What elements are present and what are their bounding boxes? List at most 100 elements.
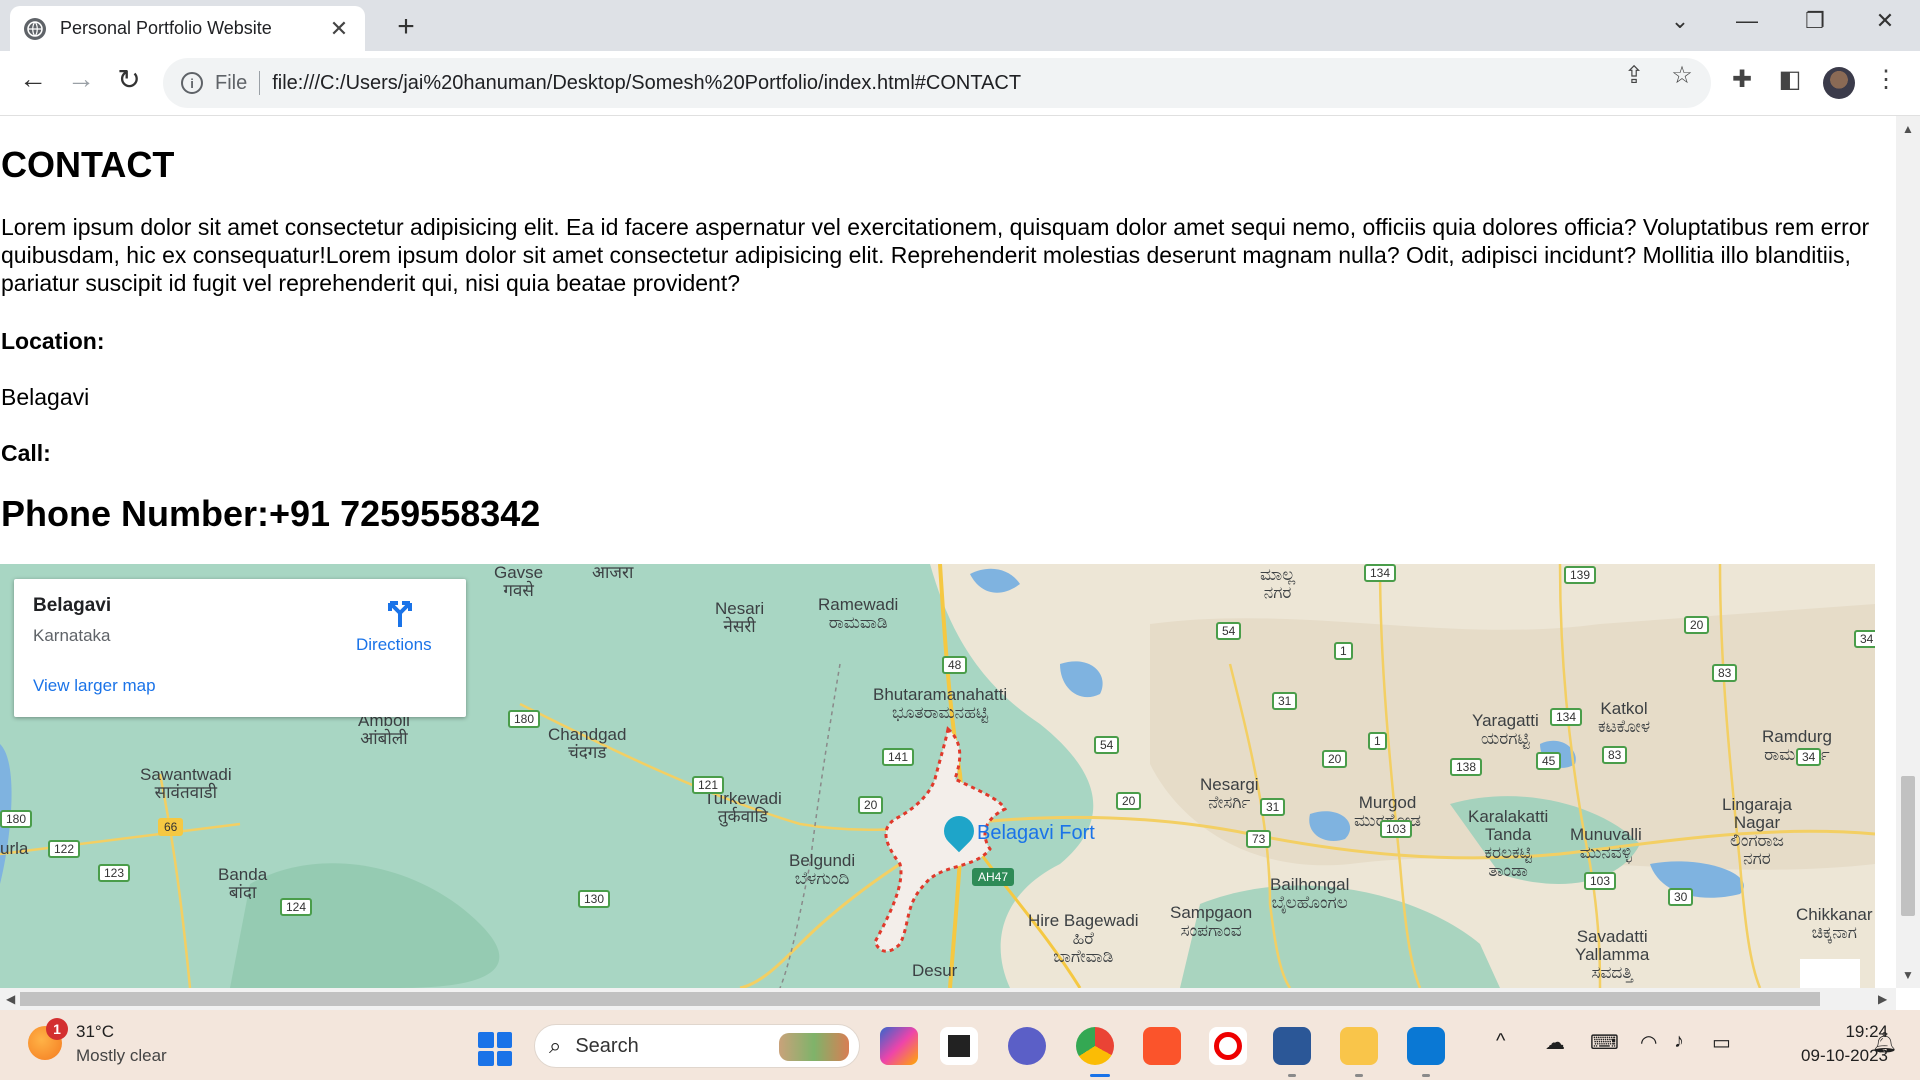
close-tab-icon[interactable]: ✕ [327, 16, 351, 42]
map-place-label: Yaragatti ಯರಗಟ್ಟಿ [1472, 711, 1539, 748]
opera-icon[interactable] [1209, 1027, 1247, 1065]
bookmark-star-icon[interactable]: ☆ [1666, 61, 1698, 90]
map-place-label: Desur [912, 961, 958, 980]
browser-toolbar: ← → ↻ i File file:///C:/Users/jai%20hanu… [0, 51, 1920, 116]
map-place-label: urla [0, 839, 29, 858]
reload-icon[interactable]: ↻ [109, 63, 149, 96]
profile-avatar[interactable] [1823, 67, 1855, 99]
vertical-scroll-thumb[interactable] [1901, 776, 1915, 916]
directions-icon[interactable] [384, 597, 416, 627]
horizontal-scroll-thumb[interactable] [20, 992, 1820, 1006]
phone-number: Phone Number:+91 7259558342 [1, 493, 541, 534]
road-shield: 1 [1368, 732, 1387, 750]
road-shield: 83 [1602, 746, 1628, 764]
forward-arrow-icon[interactable]: → [61, 63, 101, 95]
road-shield: 54 [1216, 622, 1242, 640]
address-bar[interactable]: i File file:///C:/Users/jai%20hanuman/De… [163, 58, 1711, 108]
keyboard-icon[interactable]: ⌨ [1590, 1030, 1619, 1055]
extensions-puzzle-icon[interactable]: ✚ [1724, 65, 1760, 94]
onedrive-cloud-icon[interactable]: ☁ [1545, 1030, 1565, 1055]
map-place-label: Nesargi ನೇಸರ್ಗಿ [1200, 775, 1259, 812]
embedded-map[interactable]: Nesari नेसरी Ramewadi ರಾಮವಾಡಿ Bhutaramanah… [0, 564, 1875, 988]
contact-paragraph: Lorem ipsum dolor sit amet consectetur a… [1, 214, 1870, 296]
file-explorer-icon[interactable] [1340, 1027, 1378, 1065]
road-shield: 83 [1712, 664, 1738, 682]
road-shield: 66 [158, 818, 184, 836]
brave-icon[interactable] [1143, 1027, 1181, 1065]
word-icon[interactable] [1273, 1027, 1311, 1065]
directions-button[interactable]: Directions [356, 635, 432, 655]
chrome-icon[interactable] [1076, 1027, 1114, 1065]
show-hidden-icons-chevron-icon[interactable]: ^ [1496, 1030, 1505, 1053]
horizontal-scrollbar[interactable]: ◀ ▶ [0, 988, 1896, 1010]
road-shield: 20 [1322, 750, 1348, 768]
weather-temperature[interactable]: 31°C [76, 1022, 114, 1042]
windows-start-icon[interactable] [478, 1032, 512, 1066]
active-app-indicator [1090, 1074, 1110, 1077]
map-place-label: आजरा [592, 564, 634, 582]
road-shield: 34 [1796, 748, 1822, 766]
vscode-icon[interactable] [1407, 1027, 1445, 1065]
road-shield: 20 [1116, 792, 1142, 810]
close-window-icon[interactable]: ✕ [1865, 8, 1905, 34]
back-arrow-icon[interactable]: ← [13, 63, 53, 95]
minimize-icon[interactable]: — [1727, 8, 1767, 34]
card-title: Belagavi [33, 595, 112, 616]
road-shield: 1 [1334, 642, 1353, 660]
copilot-pre-icon[interactable] [880, 1027, 918, 1065]
teams-chat-icon[interactable] [1008, 1027, 1046, 1065]
task-view-icon[interactable] [940, 1027, 978, 1065]
map-place-label: Chandgad चंदगड [548, 725, 627, 762]
scroll-down-arrow-icon[interactable]: ▼ [1902, 968, 1914, 982]
taskbar-search[interactable]: ⌕ Search [534, 1024, 860, 1068]
wifi-icon[interactable]: ◠ [1640, 1030, 1657, 1055]
road-shield: 134 [1364, 564, 1397, 582]
map-place-label: Ramewadi ರಾಮವಾಡಿ [818, 595, 899, 632]
battery-icon[interactable]: ▭ [1712, 1030, 1731, 1055]
tab-search-chevron-icon[interactable]: ⌄ [1660, 8, 1700, 34]
road-shield: 31 [1272, 692, 1298, 710]
side-panel-icon[interactable]: ◧ [1772, 65, 1808, 94]
clock-date[interactable]: 09-10-2023 [1760, 1046, 1888, 1066]
share-icon[interactable]: ⇪ [1618, 61, 1650, 90]
road-shield: AH47 [972, 868, 1015, 886]
road-shield: 180 [0, 810, 33, 828]
scroll-right-arrow-icon[interactable]: ▶ [1878, 992, 1887, 1006]
page-viewport: CONTACT Lorem ipsum dolor sit amet conse… [0, 116, 1896, 988]
vertical-scrollbar[interactable]: ▲ ▼ [1896, 116, 1920, 988]
kebab-menu-icon[interactable]: ⋮ [1868, 65, 1904, 94]
location-label: Location: [1, 328, 105, 354]
map-place-label: Chikkanar ಚಿಕ್ಕನಾಗ [1796, 905, 1873, 942]
road-shield: 30 [1668, 888, 1694, 906]
contact-heading: CONTACT [1, 144, 175, 185]
road-shield: 134 [1550, 708, 1583, 726]
map-place-label: Banda बांदा [218, 865, 268, 902]
notification-bell-icon[interactable]: 🔔︎ [1872, 1030, 1897, 1055]
road-shield: 123 [98, 864, 131, 882]
weather-condition[interactable]: Mostly clear [76, 1046, 167, 1066]
volume-icon[interactable]: ♪ [1674, 1030, 1684, 1053]
browser-tab[interactable]: Personal Portfolio Website ✕ [10, 6, 365, 51]
info-icon[interactable]: i [181, 72, 203, 94]
view-larger-map-link[interactable]: View larger map [33, 676, 156, 696]
map-info-card: Belagavi Karnataka View larger map Direc… [14, 579, 466, 717]
restore-icon[interactable]: ❐ [1795, 8, 1835, 34]
search-icon: ⌕ [549, 1033, 562, 1058]
map-zoom-control[interactable] [1800, 959, 1860, 988]
road-shield: 31 [1260, 798, 1286, 816]
map-place-label: Savadatti Yallamma ಸವದತ್ತಿ [1575, 927, 1650, 982]
new-tab-icon[interactable]: + [390, 10, 422, 44]
road-shield: 141 [882, 748, 915, 766]
road-shield: 130 [578, 890, 611, 908]
map-place-label: Bhutaramanahatti ಭೂತರಾಮನಹಟ್ಟಿ [873, 685, 1008, 722]
open-app-indicator [1288, 1074, 1296, 1077]
url-text[interactable]: file:///C:/Users/jai%20hanuman/Desktop/S… [272, 72, 1021, 95]
tab-strip: Personal Portfolio Website ✕ + ⌄ — ❐ ✕ [0, 0, 1920, 51]
card-subtitle: Karnataka [33, 626, 111, 645]
road-shield: 45 [1536, 752, 1562, 770]
fort-label[interactable]: Belagavi Fort [977, 822, 1095, 845]
scroll-left-arrow-icon[interactable]: ◀ [6, 992, 15, 1006]
road-shield: 139 [1564, 566, 1597, 584]
scroll-up-arrow-icon[interactable]: ▲ [1902, 122, 1914, 136]
map-place-label: Sawantwadi सावंतवाडी [140, 765, 232, 802]
